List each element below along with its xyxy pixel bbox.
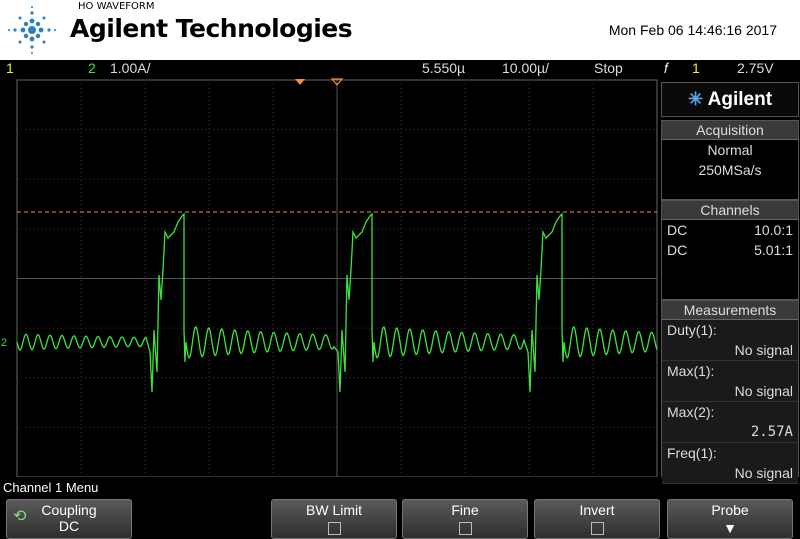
channel-1-row: DC 10.0:1 [662, 220, 798, 240]
trigger-level: 2.75V [737, 60, 774, 76]
rotate-knob-icon: ⟲ [13, 508, 27, 525]
channels-title: Channels [662, 201, 798, 220]
ch2-ground-marker: 2 [1, 337, 7, 349]
panel-logo: ✳ Agilent [661, 82, 799, 117]
channels-section[interactable]: Channels DC 10.0:1 DC 5.01:1 [661, 200, 799, 300]
menu-title: Channel 1 Menu [3, 480, 99, 495]
trigger-source: 1 [692, 60, 700, 76]
probe-softkey[interactable]: Probe ▼ [667, 499, 793, 539]
measurement-value: 2.57A [750, 424, 793, 440]
measurement-item: Max(2): 2.57A [662, 402, 798, 443]
header-bar: HO WAVEFORM Agilent Technologies Mon Feb… [0, 0, 800, 60]
measurements-section[interactable]: Measurements Duty(1): No signal Max(1): … [661, 300, 799, 484]
brand-name: Agilent Technologies [70, 14, 353, 43]
channel-2-probe: 5.01:1 [754, 242, 793, 258]
bw-limit-label: BW Limit [306, 502, 362, 518]
waveform-name: HO WAVEFORM [78, 1, 155, 12]
trigger-edge-icon: 𝑓 [664, 60, 669, 76]
measurement-value: No signal [734, 383, 793, 399]
fine-softkey[interactable]: Fine [402, 499, 528, 539]
coupling-softkey[interactable]: ⟲ Coupling DC [6, 499, 132, 539]
waveform-display[interactable]: 2 [0, 77, 660, 477]
measurement-item: Duty(1): No signal [662, 320, 798, 361]
acquisition-mode: Normal [707, 142, 753, 158]
measurements-title: Measurements [662, 301, 798, 320]
run-state: Stop [594, 60, 623, 76]
ch1-indicator[interactable]: 1 [6, 60, 14, 77]
submenu-arrow-icon: ▼ [723, 520, 737, 536]
measurement-name: Duty(1): [667, 322, 717, 338]
timestamp: Mon Feb 06 14:46:16 2017 [608, 22, 777, 38]
invert-softkey[interactable]: Invert [534, 499, 660, 539]
channel-1-probe: 10.0:1 [754, 222, 793, 238]
agilent-spark-icon [8, 6, 56, 54]
channel-2-row: DC 5.01:1 [662, 240, 798, 260]
channel-2-coupling: DC [667, 242, 688, 258]
measurement-name: Max(2): [667, 404, 715, 420]
agilent-small-spark-icon: ✳ [687, 89, 704, 109]
bw-limit-softkey[interactable]: BW Limit [271, 499, 397, 539]
sample-rate: 250MSa/s [698, 162, 762, 178]
fine-label: Fine [451, 502, 479, 518]
ch2-indicator[interactable]: 2 [88, 60, 96, 77]
acquisition-section[interactable]: Acquisition Normal 250MSa/s [661, 120, 799, 200]
ch2-scale: 1.00A/ [110, 60, 151, 76]
invert-label: Invert [579, 502, 615, 518]
side-panel: ✳ Agilent Acquisition Normal 250MSa/s Ch… [660, 80, 800, 484]
measurement-name: Max(1): [667, 363, 715, 379]
channel-1-coupling: DC [667, 222, 688, 238]
measurement-name: Freq(1): [667, 445, 717, 461]
bw-limit-checkbox[interactable] [327, 522, 341, 535]
time-offset: 5.550µ [422, 60, 466, 76]
measurement-item: Max(1): No signal [662, 361, 798, 402]
measurement-value: No signal [734, 342, 793, 358]
fine-checkbox[interactable] [458, 522, 472, 535]
measurement-value: No signal [734, 465, 793, 481]
acquisition-title: Acquisition [662, 121, 798, 140]
invert-checkbox[interactable] [590, 522, 604, 535]
probe-label: Probe [711, 502, 749, 518]
panel-brand: Agilent [707, 89, 773, 110]
measurement-item: Freq(1): No signal [662, 443, 798, 484]
time-scale: 10.00µ/ [502, 60, 549, 76]
